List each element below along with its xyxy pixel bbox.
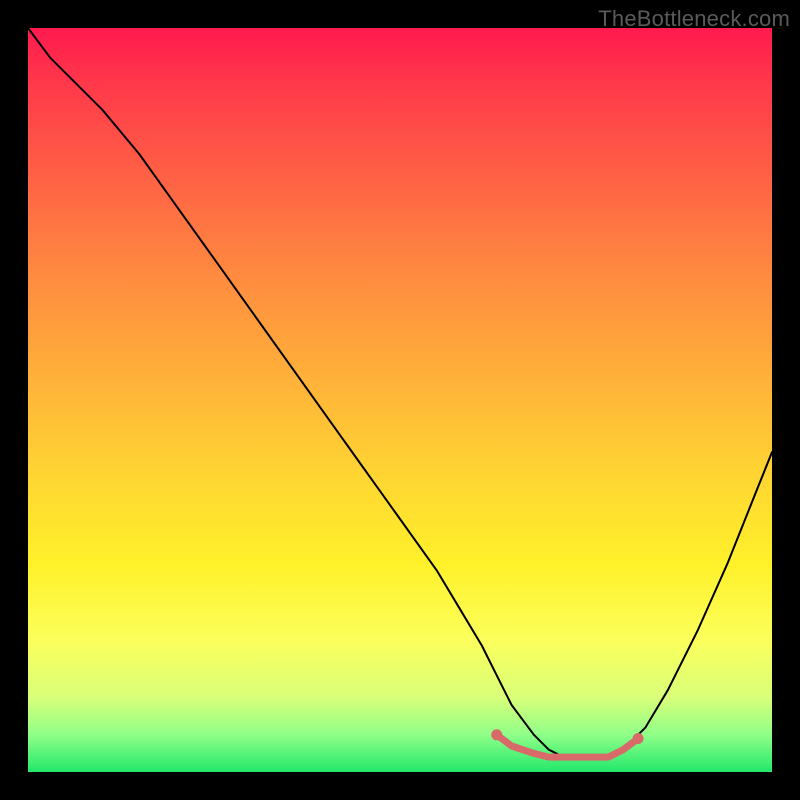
optimal-marker [497,735,638,757]
chart-frame: TheBottleneck.com [0,0,800,800]
optimal-marker-dots [491,729,643,744]
chart-svg [28,28,772,772]
plot-area [28,28,772,772]
bottleneck-curve [28,28,772,757]
optimal-marker-endpoint [633,733,644,744]
optimal-marker-endpoint [491,729,502,740]
watermark-label: TheBottleneck.com [598,6,790,32]
